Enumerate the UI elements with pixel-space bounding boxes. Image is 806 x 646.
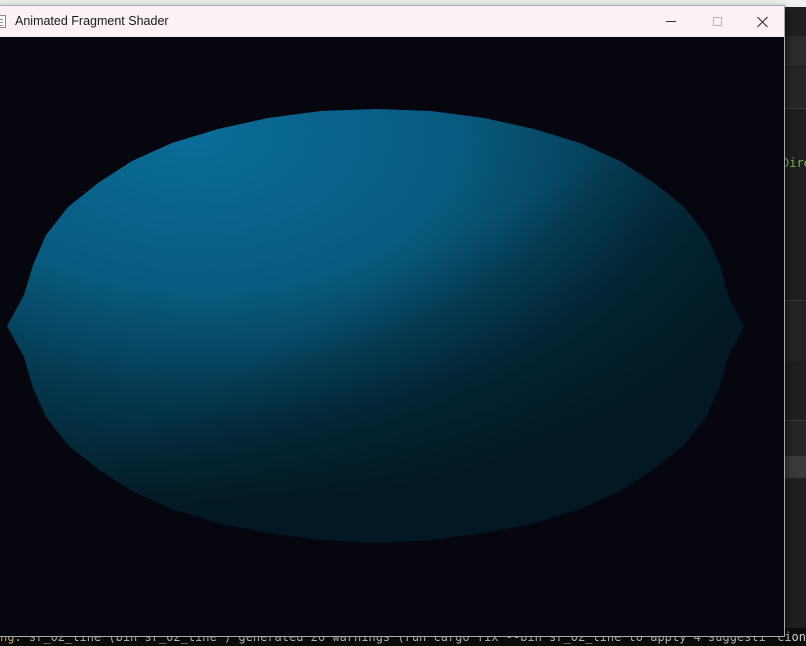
background-editor-band [784, 300, 806, 361]
desktop: Dire ng: sr_02_line (bin sr_02_line ) ge… [0, 0, 806, 646]
close-icon [756, 16, 768, 28]
shading-overlay [7, 109, 744, 543]
background-editor-band [784, 36, 806, 66]
close-button[interactable] [739, 6, 784, 37]
app-icon [0, 15, 6, 28]
maximize-icon [712, 17, 722, 26]
minimize-button[interactable] [648, 6, 694, 37]
background-editor-band [784, 420, 806, 457]
background-editor-text: Dire [782, 156, 806, 170]
shader-window[interactable]: Animated Fragment Shader [0, 6, 784, 636]
shader-output [7, 109, 744, 543]
window-title: Animated Fragment Shader [15, 14, 169, 28]
minimize-icon [666, 21, 676, 22]
background-editor-band [784, 456, 806, 478]
render-canvas[interactable] [0, 37, 784, 636]
background-editor-band [784, 68, 806, 109]
maximize-button[interactable] [694, 6, 740, 37]
title-bar[interactable]: Animated Fragment Shader [0, 6, 784, 38]
